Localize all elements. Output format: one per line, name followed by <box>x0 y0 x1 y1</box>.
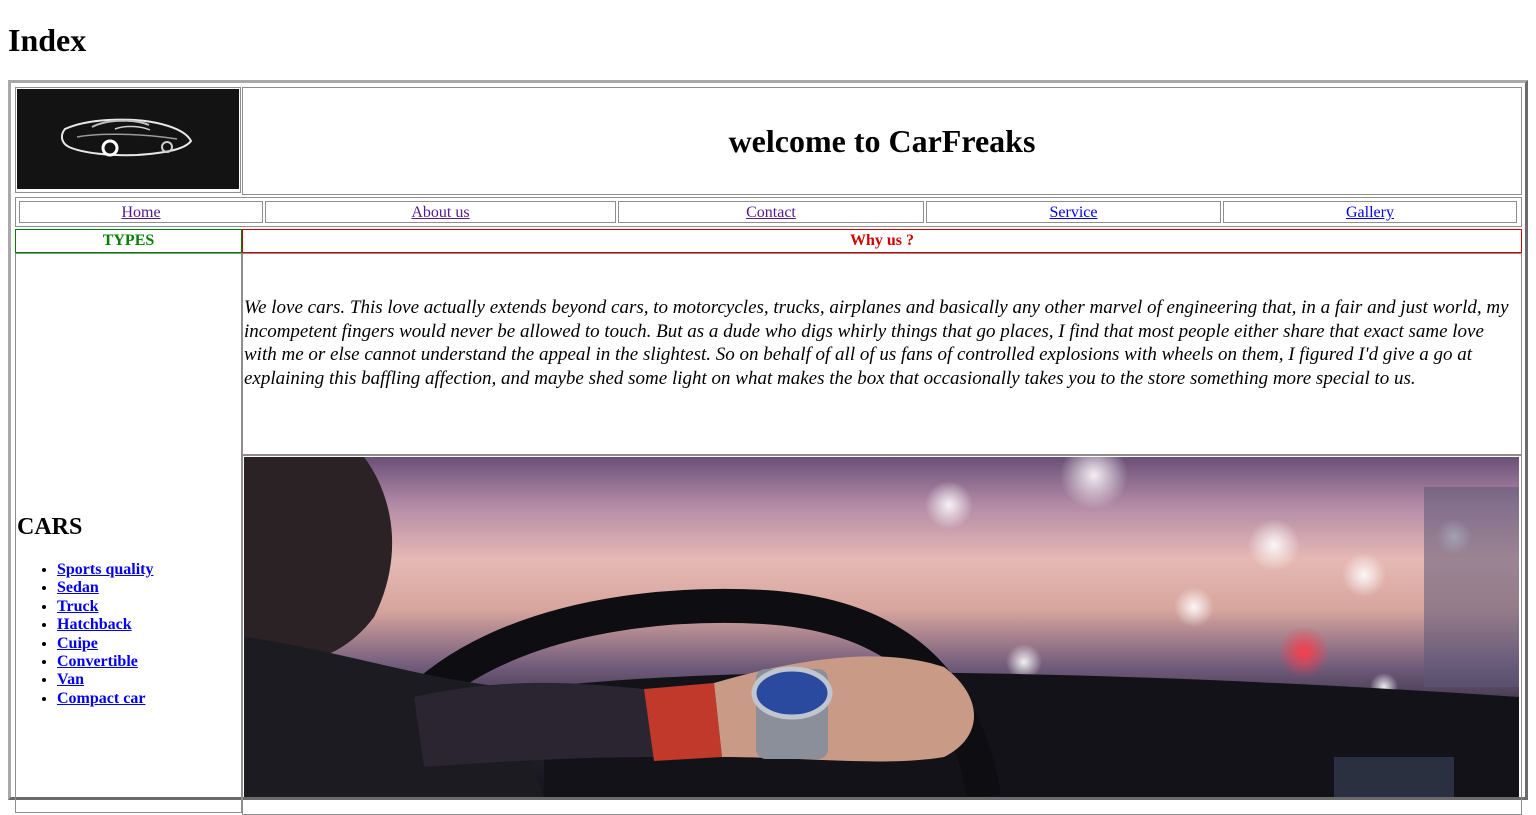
nav-link-home[interactable]: Home <box>121 204 160 221</box>
car-type-list: Sports quality Sedan Truck Hatchback Cui… <box>17 561 153 708</box>
types-label: TYPES <box>15 229 242 253</box>
why-us-label: Why us ? <box>242 229 1522 253</box>
list-item: Van <box>57 671 153 689</box>
nav-item-contact: Contact <box>618 201 924 223</box>
nav-link-about[interactable]: About us <box>411 204 469 221</box>
nav-link-contact[interactable]: Contact <box>746 204 796 221</box>
car-link-hatchback[interactable]: Hatchback <box>57 616 132 633</box>
list-item: Hatchback <box>57 616 153 634</box>
car-link-coupe[interactable]: Cuipe <box>57 635 98 652</box>
welcome-heading: welcome to CarFreaks <box>728 123 1036 159</box>
nav-link-gallery[interactable]: Gallery <box>1346 204 1394 221</box>
car-link-truck[interactable]: Truck <box>57 598 98 615</box>
list-item: Convertible <box>57 653 153 671</box>
car-link-compact[interactable]: Compact car <box>57 690 145 707</box>
nav-item-about: About us <box>265 201 616 223</box>
nav-item-service: Service <box>926 201 1221 223</box>
list-item: Truck <box>57 598 153 616</box>
list-item: Cuipe <box>57 635 153 653</box>
cars-heading: CARS <box>17 514 83 540</box>
car-link-sports[interactable]: Sports quality <box>57 561 153 578</box>
list-item: Compact car <box>57 690 153 708</box>
list-item: Sedan <box>57 579 153 597</box>
page-title: Index <box>8 22 87 58</box>
nav-item-home: Home <box>19 201 263 223</box>
car-logo <box>17 89 239 189</box>
car-link-van[interactable]: Van <box>57 671 84 688</box>
driving-photo <box>244 457 1519 797</box>
list-item: Sports quality <box>57 561 153 579</box>
nav-item-gallery: Gallery <box>1223 201 1517 223</box>
nav-link-service[interactable]: Service <box>1050 204 1098 221</box>
about-paragraph: We love cars. This love actually extends… <box>244 297 1509 389</box>
car-link-sedan[interactable]: Sedan <box>57 579 99 596</box>
car-link-convertible[interactable]: Convertible <box>57 653 138 670</box>
